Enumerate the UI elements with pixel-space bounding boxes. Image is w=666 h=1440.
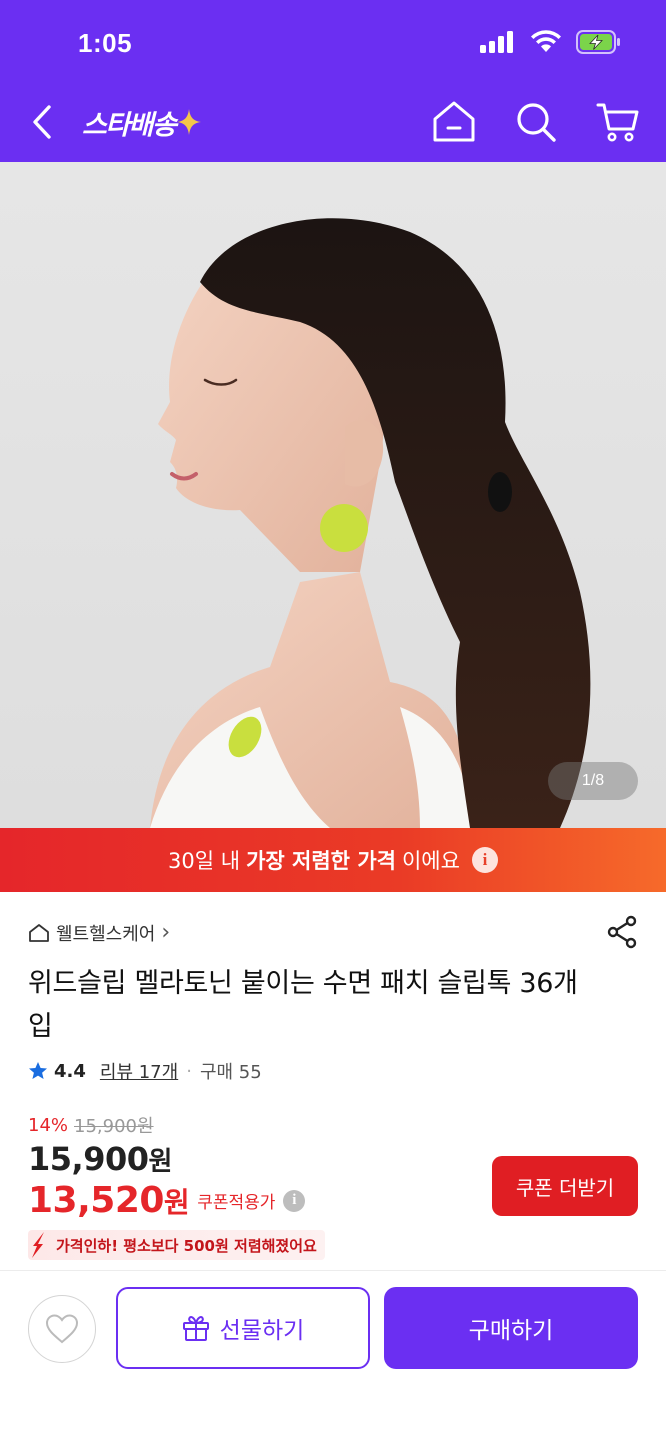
home-indicator xyxy=(0,1421,666,1440)
promo-prefix: 30일 내 xyxy=(168,849,241,873)
coupon-price-label: 쿠폰적용가 xyxy=(197,1193,276,1213)
brand-name: 웰트헬스케어 xyxy=(56,924,156,945)
product-image[interactable]: 1/8 xyxy=(0,162,666,828)
coupon-info-icon[interactable]: i xyxy=(283,1189,306,1212)
price-drop-notice: 가격인하! 평소보다 500원 저렴해졌어요 xyxy=(28,1230,325,1260)
get-coupon-button[interactable]: 쿠폰 더받기 xyxy=(492,1156,638,1216)
gift-icon xyxy=(182,1316,209,1341)
coupon-price: 13,520원 xyxy=(28,1180,190,1221)
purchase-count: 구매 55 xyxy=(199,1062,262,1083)
wifi-icon xyxy=(531,30,561,52)
product-info: 웰트헬스케어 › 위드슬립 멜라토닌 붙이는 수면 패치 슬립톡 36개입 4.… xyxy=(0,892,666,1270)
back-button[interactable] xyxy=(22,100,62,144)
home-icon xyxy=(433,101,475,142)
star-icon xyxy=(29,1062,47,1079)
lowest-price-banner[interactable]: 30일 내 가장 저렴한 가격 이에요 i xyxy=(0,828,666,892)
status-bar: 1:05 xyxy=(0,0,666,90)
app-logo[interactable]: 스타배송 xyxy=(82,102,202,142)
heart-icon xyxy=(45,1314,79,1344)
buy-button[interactable]: 구매하기 xyxy=(384,1287,638,1369)
store-home-icon xyxy=(29,924,49,942)
bottom-action-bar: 선물하기 구매하기 xyxy=(0,1270,666,1440)
product-page: 1:05 스타배송 1/8 30일 내 가장 저렴한 가격 이에요 i 웰트헬스… xyxy=(0,0,666,1440)
price-drop-text: 가격인하! 평소보다 500원 저렴해졌어요 xyxy=(56,1236,317,1255)
info-icon[interactable]: i xyxy=(471,847,498,873)
sparkle-icon xyxy=(177,109,202,135)
status-time: 1:05 xyxy=(78,28,133,58)
gift-button[interactable]: 선물하기 xyxy=(116,1287,370,1369)
signal-icon xyxy=(480,31,513,53)
app-header: 1:05 스타배송 xyxy=(0,0,666,162)
cart-button[interactable] xyxy=(594,98,642,146)
share-button[interactable] xyxy=(604,914,640,950)
battery-charging-icon xyxy=(576,30,620,54)
cart-icon xyxy=(596,103,639,142)
nav-icons xyxy=(430,98,642,146)
promo-suffix: 이에요 xyxy=(401,849,460,873)
logo-text: 스타배송 xyxy=(82,109,177,141)
review-link[interactable]: 리뷰 17개 xyxy=(100,1058,178,1084)
sale-price: 15,900원 xyxy=(28,1140,172,1178)
original-price: 15,900원 xyxy=(74,1116,154,1137)
price-down-arrow-icon xyxy=(32,1232,44,1258)
share-icon xyxy=(607,915,637,949)
rating-row: 4.4 리뷰 17개 · 구매 55 xyxy=(28,1058,262,1084)
sale-price-unit: 원 xyxy=(148,1147,172,1177)
discount-rate: 14% xyxy=(28,1114,69,1136)
wishlist-button[interactable] xyxy=(28,1295,96,1363)
search-icon xyxy=(517,103,556,142)
product-photo-illustration xyxy=(150,218,591,828)
home-button[interactable] xyxy=(430,98,478,146)
gift-label: 선물하기 xyxy=(219,1318,305,1344)
nav-bar: 스타배송 xyxy=(0,90,666,162)
promo-highlight: 가장 저렴한 가격 xyxy=(246,849,396,873)
image-counter: 1/8 xyxy=(548,762,638,800)
coupon-price-value: 13,520 xyxy=(28,1180,164,1221)
chevron-right-icon: › xyxy=(161,920,171,945)
separator-dot: · xyxy=(186,1060,192,1082)
search-button[interactable] xyxy=(512,98,560,146)
coupon-price-unit: 원 xyxy=(163,1186,190,1219)
discount-row: 14% 15,900원 xyxy=(28,1112,154,1138)
status-icons xyxy=(480,30,622,54)
rating-value: 4.4 xyxy=(54,1060,86,1082)
brand-link[interactable]: 웰트헬스케어 › xyxy=(28,920,170,946)
coupon-price-row: 13,520원 쿠폰적용가 i xyxy=(28,1180,306,1221)
sale-price-value: 15,900 xyxy=(28,1140,149,1178)
product-title: 위드슬립 멜라토닌 붙이는 수면 패치 슬립톡 36개입 xyxy=(28,968,578,1042)
chevron-left-icon xyxy=(33,105,51,139)
